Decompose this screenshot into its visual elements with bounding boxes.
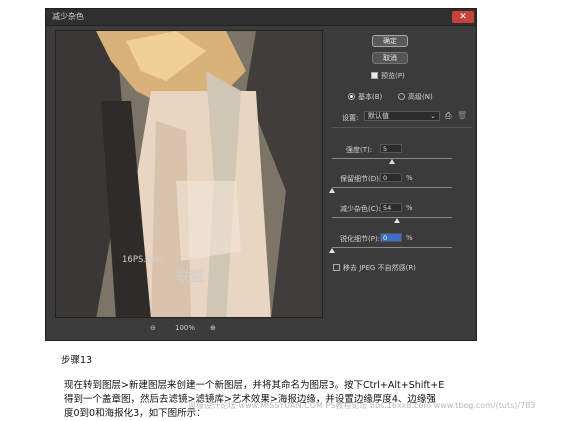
settings-label: 设置: bbox=[342, 114, 359, 122]
reduce-color-noise-unit: % bbox=[406, 204, 413, 212]
settings-value: 默认值 bbox=[368, 112, 389, 120]
article-line-3: 度0到0和海报化3，如下图所示： bbox=[64, 408, 206, 419]
strength-field[interactable]: 5 bbox=[380, 144, 402, 153]
article-watermark: 思缘设计论坛 www.MISSYUAN.COM PS教程论坛 bbs.16xx8… bbox=[188, 401, 536, 410]
zoom-level: 100% bbox=[175, 324, 196, 332]
remove-jpeg-checkbox[interactable] bbox=[333, 264, 340, 271]
preview-watermark-2: 联盟 bbox=[176, 269, 204, 285]
mode-basic-label: 基本(B) bbox=[358, 93, 383, 101]
preserve-detail-slider-track[interactable] bbox=[332, 187, 452, 188]
article-line-1: 现在转到图层>新建图层来创建一个新图层，并将其命名为图层3。按下Ctrl+Alt… bbox=[64, 380, 445, 391]
strength-label: 强度(T): bbox=[346, 146, 373, 154]
chevron-down-icon: ⌄ bbox=[430, 112, 436, 120]
reduce-color-noise-label: 减少杂色(C): bbox=[340, 205, 381, 213]
preserve-detail-slider-thumb[interactable] bbox=[329, 188, 335, 193]
settings-dropdown[interactable]: 默认值 ⌄ bbox=[364, 111, 440, 121]
preserve-detail-field[interactable]: 0 bbox=[380, 173, 402, 182]
dialog-titlebar: 减少杂色 ✕ bbox=[46, 9, 476, 26]
dialog-title: 减少杂色 bbox=[52, 12, 84, 21]
preserve-detail-label: 保留细节(D): bbox=[340, 175, 382, 183]
remove-jpeg-label: 移去 JPEG 不自然感(R) bbox=[343, 264, 416, 272]
reduce-noise-dialog: 减少杂色 ✕ 16PS.com 联盟 ⊖ 100% ⊕ 确定 取消 预览(P) … bbox=[45, 8, 477, 341]
sharpen-details-unit: % bbox=[406, 234, 413, 242]
sharpen-details-field[interactable]: 0 bbox=[380, 233, 402, 242]
preview-image[interactable]: 16PS.com 联盟 bbox=[55, 30, 323, 318]
sharpen-details-slider-thumb[interactable] bbox=[329, 248, 335, 253]
reduce-color-noise-slider-thumb[interactable] bbox=[393, 218, 400, 223]
zoom-out-icon[interactable]: ⊖ bbox=[150, 324, 156, 332]
reduce-color-noise-field[interactable]: 54 bbox=[380, 203, 402, 212]
save-icon[interactable]: ⎙ bbox=[445, 111, 451, 121]
zoom-bar: ⊖ 100% ⊕ bbox=[55, 321, 323, 337]
close-button[interactable]: ✕ bbox=[452, 11, 474, 23]
mode-basic-radio[interactable] bbox=[348, 93, 355, 100]
sharpen-details-slider-track[interactable] bbox=[332, 247, 452, 248]
cancel-button[interactable]: 取消 bbox=[372, 52, 408, 64]
mode-advanced-label: 高级(N) bbox=[408, 93, 433, 101]
divider bbox=[332, 127, 472, 128]
step-heading: 步骤13 bbox=[61, 355, 93, 366]
zoom-in-icon[interactable]: ⊕ bbox=[210, 324, 216, 332]
preview-watermark: 16PS.com bbox=[122, 255, 165, 265]
strength-slider-thumb[interactable] bbox=[389, 159, 395, 164]
reduce-color-noise-slider-track[interactable] bbox=[332, 217, 452, 218]
sharpen-details-label: 锐化细节(P): bbox=[340, 235, 381, 243]
trash-icon[interactable]: 🗑 bbox=[457, 111, 467, 120]
mode-advanced-radio[interactable] bbox=[398, 93, 405, 100]
ok-button[interactable]: 确定 bbox=[372, 35, 408, 47]
preview-label: 预览(P) bbox=[381, 72, 405, 80]
preview-checkbox[interactable] bbox=[371, 72, 378, 79]
preserve-detail-unit: % bbox=[406, 174, 413, 182]
